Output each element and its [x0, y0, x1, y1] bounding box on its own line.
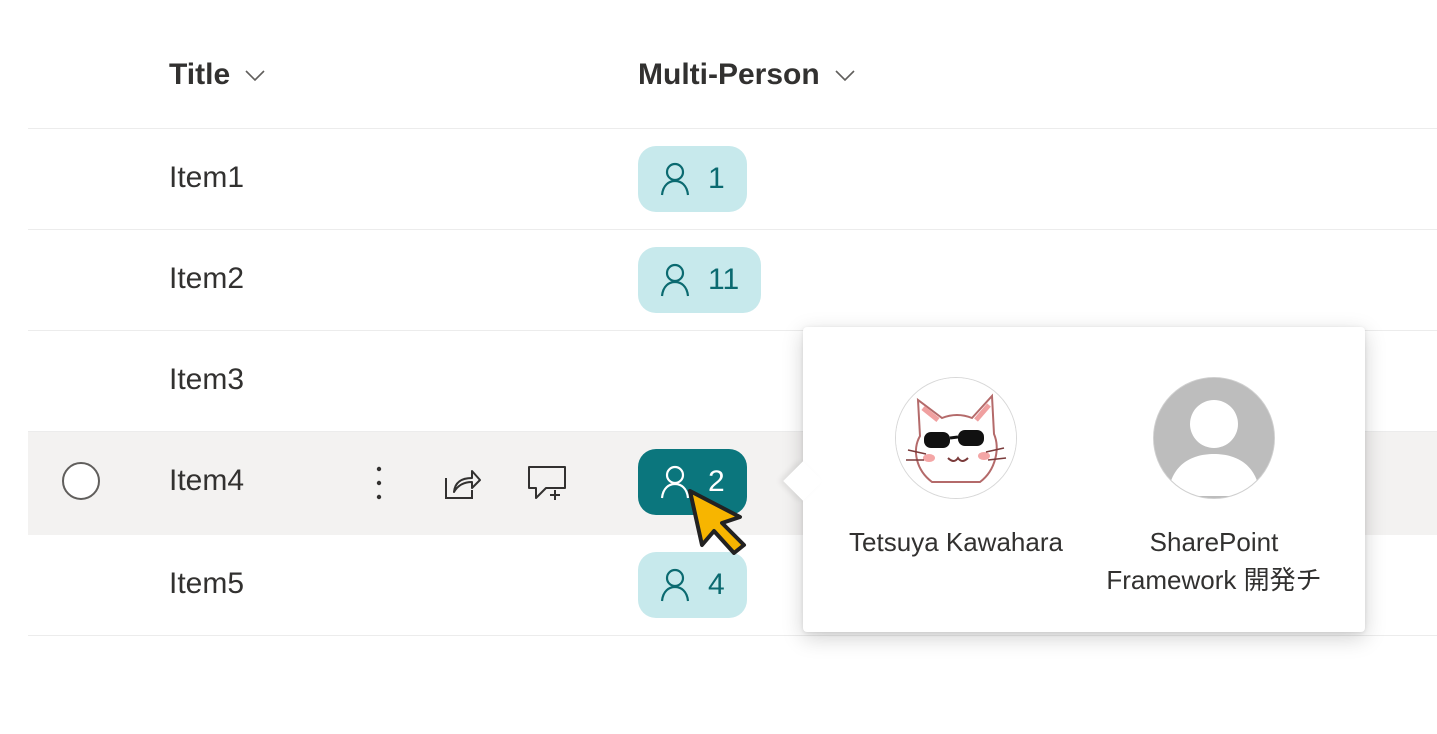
- list-row[interactable]: Item1 1: [28, 129, 1437, 230]
- persona-name[interactable]: SharePoint Framework 開発チ: [1084, 523, 1344, 599]
- row-title[interactable]: Item5: [169, 567, 244, 601]
- share-button[interactable]: [441, 462, 483, 504]
- chevron-down-icon: [835, 70, 855, 82]
- column-header-multi-person-label: Multi-Person: [638, 58, 820, 91]
- person-icon: [660, 162, 690, 196]
- person-count: 1: [708, 162, 725, 195]
- row-title[interactable]: Item4: [169, 464, 244, 498]
- list-row[interactable]: Item2 11: [28, 230, 1437, 331]
- chevron-down-icon: [245, 70, 265, 82]
- persona-card[interactable]: SharePoint Framework 開発チ: [1084, 377, 1344, 599]
- column-header-title-label: Title: [169, 58, 231, 91]
- mouse-cursor-icon: [688, 489, 746, 555]
- more-vertical-icon: [376, 466, 382, 500]
- column-header-title[interactable]: Title: [169, 58, 266, 92]
- avatar[interactable]: [895, 377, 1017, 499]
- people-callout: Tetsuya Kawahara SharePoint Framework 開発…: [783, 327, 1365, 632]
- more-actions-button[interactable]: [358, 462, 400, 504]
- row-title[interactable]: Item3: [169, 363, 244, 397]
- persona-name[interactable]: Tetsuya Kawahara: [826, 523, 1086, 561]
- person-count-pill[interactable]: 11: [638, 247, 762, 313]
- comment-button[interactable]: [526, 462, 568, 504]
- row-title[interactable]: Item2: [169, 262, 244, 296]
- avatar[interactable]: [1153, 377, 1275, 499]
- person-icon: [660, 263, 690, 297]
- share-icon: [445, 470, 481, 499]
- comment-add-icon: [528, 466, 566, 500]
- person-icon: [660, 568, 690, 602]
- row-select-checkbox[interactable]: [62, 462, 100, 500]
- default-person-icon: [1154, 378, 1274, 498]
- person-count: 11: [708, 263, 740, 296]
- person-count: 4: [708, 568, 725, 601]
- person-count-pill[interactable]: 1: [638, 146, 747, 212]
- column-header-multi-person[interactable]: Multi-Person: [638, 58, 856, 92]
- row-title[interactable]: Item1: [169, 161, 244, 195]
- persona-card[interactable]: Tetsuya Kawahara: [826, 377, 1086, 561]
- column-header-row: Title Multi-Person: [28, 28, 1437, 129]
- person-count-pill[interactable]: 4: [638, 552, 747, 618]
- cat-avatar-icon: [896, 378, 1016, 498]
